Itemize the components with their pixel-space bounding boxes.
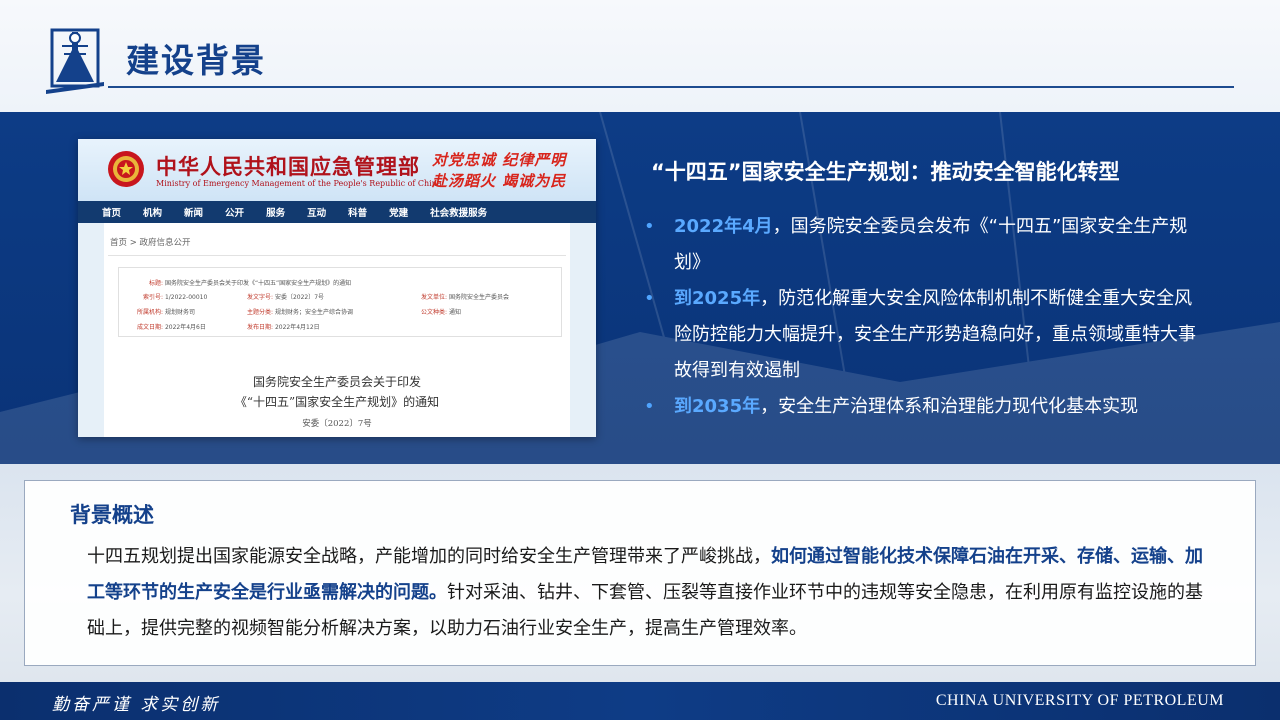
notice-docno: 安委〔2022〕7号: [302, 419, 372, 429]
notice-title-line-2: 《“十四五”国家安全生产规划》的通知: [234, 395, 440, 409]
site-nav-item: 新闻: [184, 208, 204, 219]
meta-topic: 主题分类: 规划财务；安全生产综合协调: [247, 309, 353, 316]
screenshot-side-right: [570, 223, 596, 437]
site-nav-item: 机构: [143, 208, 163, 219]
site-nav-item: 社会救援服务: [430, 208, 488, 219]
screenshot-side-left: [78, 223, 104, 437]
plan-title: “十四五”国家安全生产规划：推动安全智能化转型: [651, 160, 1120, 184]
bullet-dot-icon: •: [644, 288, 655, 309]
site-nav-item: 公开: [225, 208, 245, 219]
university-logo-icon: [46, 28, 104, 94]
meta-type: 公文种类: 通知: [421, 309, 461, 316]
slogan-line-1: 对党忠诚 纪律严明: [432, 151, 567, 169]
site-nav-item: 科普: [348, 208, 368, 219]
meta-index: 索引号: 1/2022-00010: [143, 294, 208, 301]
government-notice-screenshot: 中华人民共和国应急管理部 Ministry of Emergency Manag…: [78, 139, 596, 437]
slide-footer: 勤奋严谨 求实创新 CHINA UNIVERSITY OF PETROLEUM: [0, 682, 1280, 720]
plan-bullet: • 到2025年，防范化解重大安全风险体制机制不断健全重大安全风险防控能力大幅提升…: [644, 281, 1204, 389]
university-motto: 勤奋严谨 求实创新: [52, 695, 221, 715]
background-overview-box: 背景概述 十四五规划提出国家能源安全战略，产能增加的同时给安全生产管理带来了严峻…: [24, 480, 1256, 666]
slide-header: 建设背景: [0, 0, 1280, 112]
site-name-en: Ministry of Emergency Management of the …: [156, 179, 442, 188]
site-nav-item: 首页: [102, 208, 122, 219]
overview-title: 背景概述: [70, 503, 154, 527]
meta-issuer: 发文单位: 国务院安全生产委员会: [421, 294, 509, 301]
plan-bullets: • 2022年4月，国务院安全委员会发布《“十四五”国家安全生产规划》 • 到202…: [644, 209, 1204, 425]
bullet-dot-icon: •: [644, 216, 655, 237]
slogan-line-2: 赴汤蹈火 竭诚为民: [432, 172, 567, 190]
site-nav-item: 党建: [389, 208, 409, 219]
bullet-dot-icon: •: [644, 396, 655, 417]
plan-bullet: • 到2035年，安全生产治理体系和治理能力现代化基本实现: [644, 389, 1204, 425]
meta-pubdate: 发布日期: 2022年4月12日: [247, 324, 320, 331]
notice-body: 首页 > 政府信息公开 标题: 国务院安全生产委员会关于印发《“十四五”国家安全…: [104, 223, 570, 437]
page-title: 建设背景: [126, 41, 266, 80]
meta-date: 成文日期: 2022年4月6日: [137, 324, 206, 331]
plan-bullet: • 2022年4月，国务院安全委员会发布《“十四五”国家安全生产规划》: [644, 209, 1204, 281]
site-nav-item: 互动: [307, 208, 327, 219]
title-divider: [108, 86, 1234, 88]
breadcrumb: 首页 > 政府信息公开: [110, 238, 191, 248]
site-banner: 中华人民共和国应急管理部 Ministry of Emergency Manag…: [78, 139, 596, 201]
university-name: CHINA UNIVERSITY OF PETROLEUM: [935, 692, 1224, 709]
meta-docno: 发文字号: 安委〔2022〕7号: [247, 294, 325, 301]
notice-meta-box: 标题: 国务院安全生产委员会关于印发《“十四五”国家安全生产规划》的通知 索引号…: [118, 267, 562, 337]
site-nav: 首页 机构 新闻 公开 服务 互动 科普 党建 社会救援服务: [78, 201, 596, 223]
meta-org: 所属机构: 规划财务司: [137, 309, 195, 316]
breadcrumb-divider: [108, 255, 566, 256]
meta-title: 标题: 国务院安全生产委员会关于印发《“十四五”国家安全生产规划》的通知: [149, 280, 352, 287]
national-emblem-icon: [108, 151, 144, 187]
site-name: 中华人民共和国应急管理部: [156, 155, 420, 179]
plan-section: 中华人民共和国应急管理部 Ministry of Emergency Manag…: [0, 112, 1280, 464]
overview-text: 十四五规划提出国家能源安全战略，产能增加的同时给安全生产管理带来了严峻挑战，如何…: [87, 546, 1203, 639]
site-nav-item: 服务: [266, 208, 286, 219]
notice-title-line-1: 国务院安全生产委员会关于印发: [252, 375, 421, 389]
